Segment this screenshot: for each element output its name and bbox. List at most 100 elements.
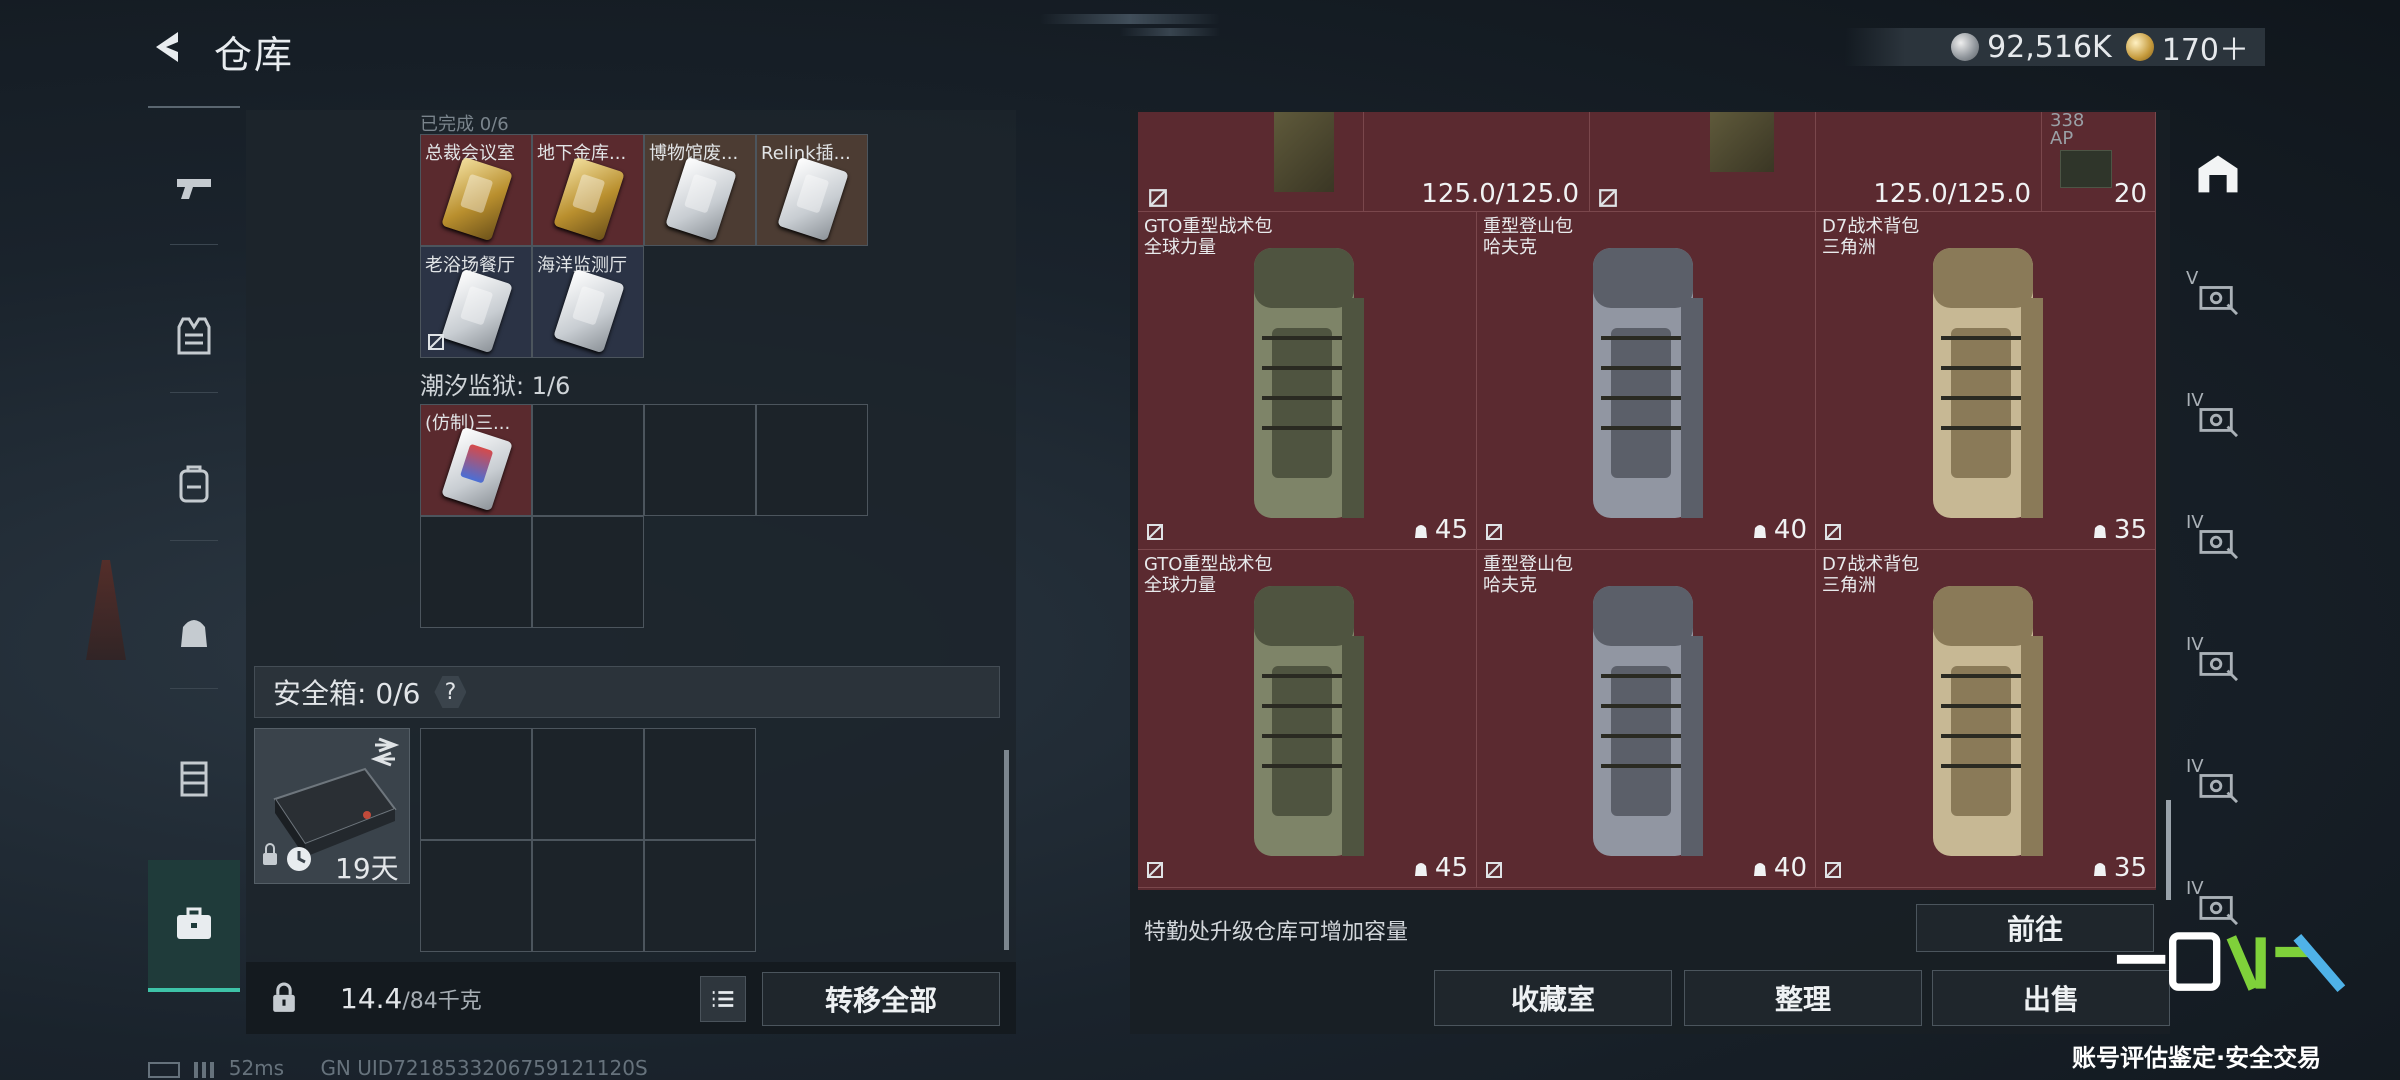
pouch-icon [181,620,207,647]
tab-backpack[interactable] [148,436,240,532]
storage-expansion-icon [2199,286,2239,316]
watermark-logo-image [2116,932,2346,993]
currency-primary[interactable]: 92,516K [1951,30,2112,65]
warehouse-tier-tab[interactable]: IV [2184,506,2252,576]
keycard-icon [441,156,513,242]
backpack-brand: 三角洲 [1822,237,1876,258]
safebox-case[interactable]: 19天 [254,728,410,885]
empty-slot[interactable] [532,404,644,516]
section-title-prison: 潮汐监狱: 1/6 [420,372,571,400]
watermark-subtitle: 账号评估鉴定·安全交易 [2072,1044,2322,1072]
item-image [1710,112,1774,172]
currency-secondary-value: 170＋ [2161,33,2249,68]
personal-inventory-panel: 已完成 0/6 总裁会议室 地下金库... 博物馆废... Relink插...… [246,110,1016,1034]
no-trade-icon [1825,862,1841,878]
warehouse-slot[interactable]: 338 AP 20 [2042,112,2156,212]
collection-slot[interactable]: 地下金库... [532,134,644,246]
safebox-slot[interactable] [420,840,532,952]
backpack-name: 重型登山包 哈夫克 [1483,216,1573,258]
safebox-slot[interactable] [532,728,644,840]
backpack-slot[interactable]: D7战术背包 三角洲 35 [1816,550,2156,888]
backpack-slot[interactable]: GTO重型战术包 全球力量 45 [1138,212,1477,550]
no-trade-icon [1599,189,1617,207]
safebox-header: 安全箱: 0/6 ? [254,666,1000,718]
collection-slot[interactable]: Relink插... [756,134,868,246]
warehouse-tier-tab[interactable]: IV [2184,750,2252,820]
collection-slot[interactable]: 海洋监测厅 [532,246,644,358]
safebox-slot[interactable] [532,840,644,952]
collection-slot[interactable]: 老浴场餐厅 [420,246,532,358]
backpack-image [1254,248,1364,518]
empty-slot[interactable] [644,404,756,516]
warehouse-tier-tab[interactable]: IV [2184,384,2252,454]
upgrade-hint: 特勤处升级仓库可增加容量 [1144,920,1409,945]
warehouse-slot[interactable] [1138,112,1364,212]
safebox-days: 19天 [335,852,399,885]
stack-count: 125.0/125.0 [1421,179,1579,209]
collection-slot[interactable]: 博物馆废... [644,134,756,246]
list-view-button[interactable] [700,976,746,1022]
currency-bar: 92,516K 170＋ [1845,25,2265,69]
safebox-slot[interactable] [644,840,756,952]
tab-weapons[interactable] [148,140,240,236]
help-icon[interactable]: ? [434,676,467,708]
backpack-slot[interactable]: GTO重型战术包 全球力量 45 [1138,550,1477,888]
background-light [1120,28,1220,36]
sort-button[interactable]: 整理 [1684,970,1922,1026]
weight-max: /84千克 [402,989,482,1014]
collection-slot[interactable]: 总裁会议室 [420,134,532,246]
backpack-name: D7战术背包 三角洲 [1822,554,1919,596]
backpack-title: 重型登山包 [1483,216,1573,237]
empty-slot[interactable] [420,516,532,628]
empty-slot[interactable] [756,404,868,516]
backpack-title: GTO重型战术包 [1144,554,1273,575]
backpack-title: GTO重型战术包 [1144,216,1273,237]
backpack-capacity: 45 [1411,853,1468,883]
warehouse-slot[interactable]: 125.0/125.0 [1364,112,1590,212]
back-arrow-icon[interactable] [148,26,190,68]
warehouse-main-tab[interactable] [2184,140,2252,210]
backpack-capacity: 40 [1750,515,1807,545]
vest-icon [177,317,211,355]
background-light [1040,14,1220,24]
warehouse-slot[interactable]: 125.0/125.0 [1816,112,2042,212]
collection-slot[interactable]: (仿制)三... [420,404,532,516]
tab-container[interactable] [148,730,240,826]
tab-divider [170,392,218,393]
currency-secondary[interactable]: 170＋ [2125,25,2249,69]
backpack-capacity: 35 [2090,853,2147,883]
capacity-value: 45 [1434,853,1468,883]
empty-slot[interactable] [532,516,644,628]
tier-label: IV [2186,390,2204,411]
safebox-slot[interactable] [420,728,532,840]
no-trade-icon [1147,524,1163,540]
tier-label: IV [2186,634,2204,655]
safebox-label: 安全箱: 0/6 [273,677,421,710]
no-trade-icon [1149,189,1167,207]
backpack-title: D7战术背包 [1822,554,1920,575]
tab-pouch[interactable] [148,584,240,680]
collection-room-button[interactable]: 收藏室 [1434,970,1672,1026]
tab-safebox[interactable] [148,860,240,992]
backpack-capacity: 45 [1411,515,1468,545]
backpack-slot[interactable]: D7战术背包 三角洲 35 [1816,212,2156,550]
backpack-title: D7战术背包 [1822,216,1920,237]
left-scrollbar[interactable] [1004,750,1009,950]
keycard-icon [441,268,513,354]
warehouse-tier-tab[interactable]: IV [2184,628,2252,698]
warehouse-tier-tab[interactable]: V [2184,262,2252,332]
capacity-value: 45 [1434,515,1468,545]
safebox-slot[interactable] [644,728,756,840]
warehouse-slot[interactable] [1590,112,1816,212]
stack-count: 125.0/125.0 [1873,179,2031,209]
no-trade-icon [1486,862,1502,878]
transfer-all-button[interactable]: 转移全部 [762,972,1000,1026]
backpack-slot[interactable]: 重型登山包 哈夫克 40 [1477,212,1816,550]
pouch-icon [1414,525,1427,538]
capacity-value: 35 [2113,853,2147,883]
tab-armor[interactable] [148,288,240,384]
backpack-slot[interactable]: 重型登山包 哈夫克 40 [1477,550,1816,888]
right-scrollbar[interactable] [2166,800,2171,900]
backpack-image [1254,586,1364,856]
pouch-icon [2093,525,2106,538]
